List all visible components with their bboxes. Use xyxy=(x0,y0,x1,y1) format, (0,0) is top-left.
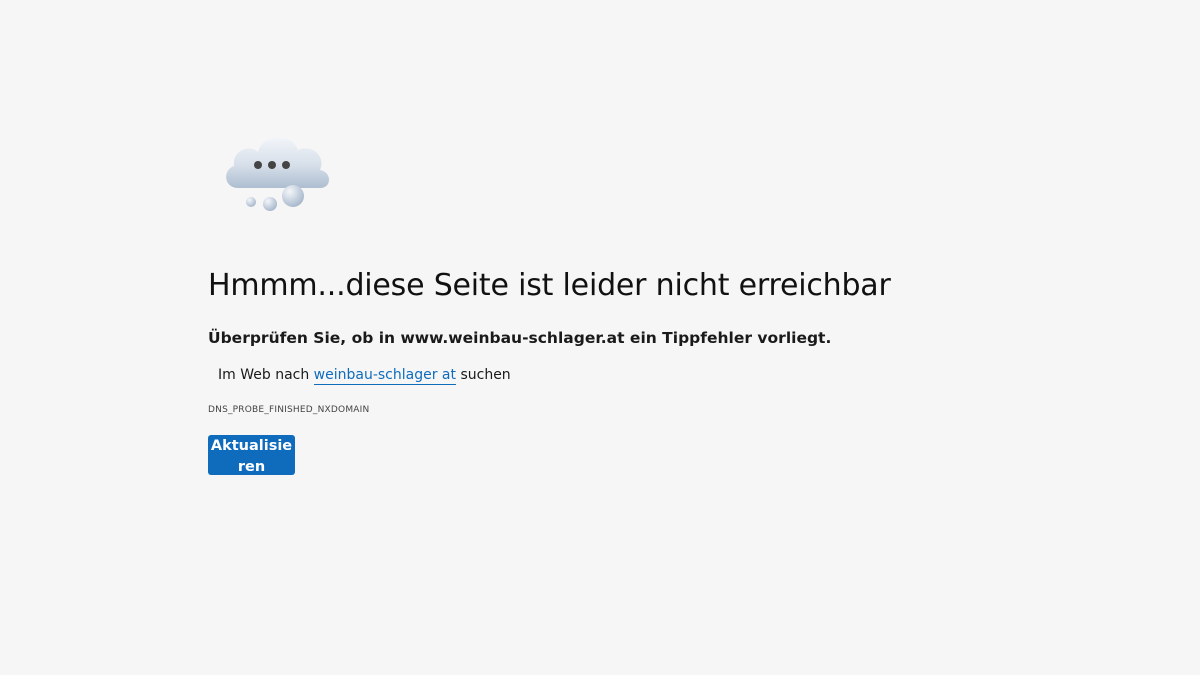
error-code: DNS_PROBE_FINISHED_NXDOMAIN xyxy=(208,405,370,415)
search-suffix: suchen xyxy=(460,367,511,383)
web-search-suggestion: Im Web nach weinbau-schlager at suchen xyxy=(218,367,968,385)
reload-button[interactable]: Aktualisieren xyxy=(208,435,295,475)
typo-hint: Überprüfen Sie, ob in www.weinbau-schlag… xyxy=(208,329,832,347)
error-content: Hmmm...diese Seite ist leider nicht erre… xyxy=(208,128,968,475)
cloud-thinking-icon xyxy=(220,128,338,216)
search-prefix: Im Web nach xyxy=(218,367,310,383)
page-title: Hmmm...diese Seite ist leider nicht erre… xyxy=(208,268,891,303)
web-search-link[interactable]: weinbau-schlager at xyxy=(313,367,456,385)
error-page: Hmmm...diese Seite ist leider nicht erre… xyxy=(0,0,1200,675)
